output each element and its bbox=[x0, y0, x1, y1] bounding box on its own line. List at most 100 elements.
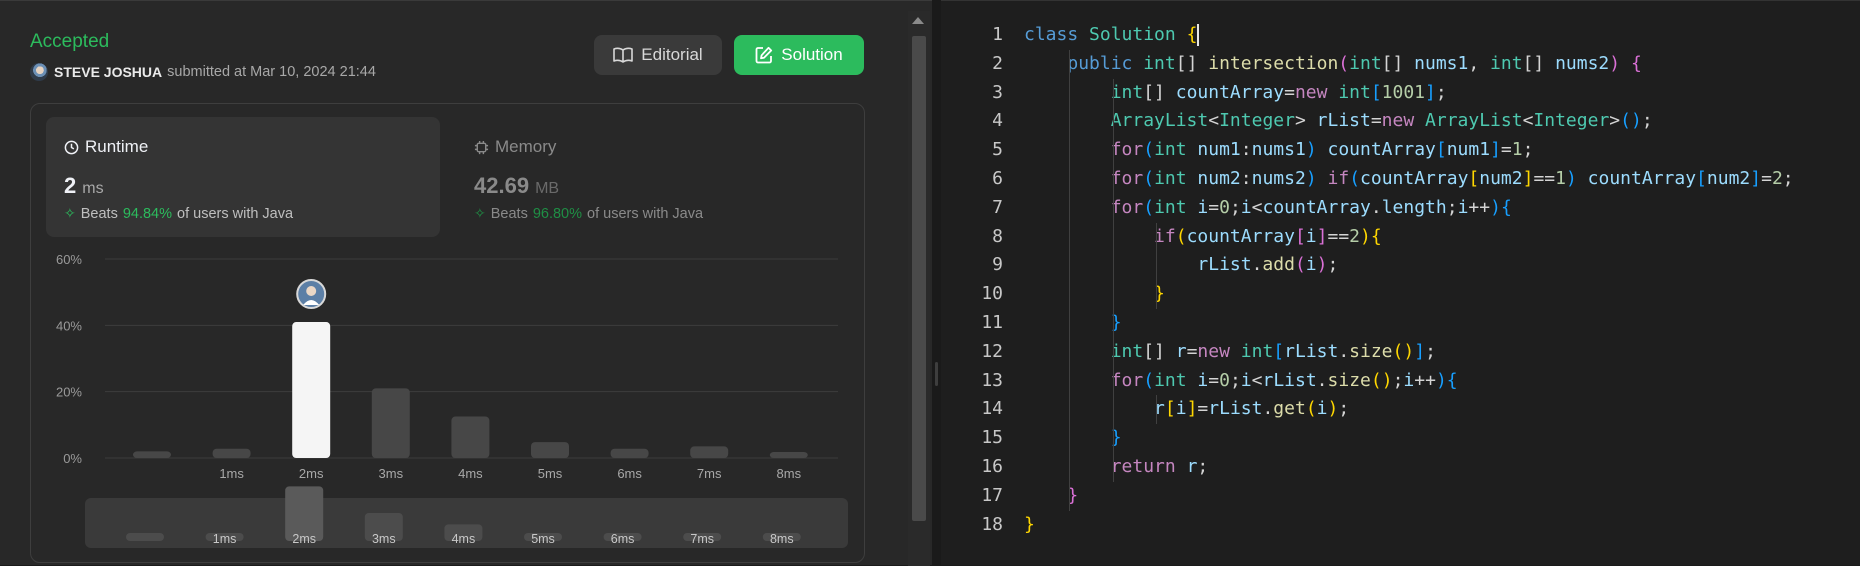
runtime-distribution-chart[interactable]: 60% 40% 20% 0% 1ms 2ms 3ms 4ms 5ms 6ms 7ms 8ms 1ms 2m… bbox=[0, 236, 900, 566]
scrollbar-thumb[interactable] bbox=[912, 36, 926, 521]
code-token: ( bbox=[1175, 225, 1187, 247]
code-text[interactable]: ArrayList<Integer> rList=new ArrayList<I… bbox=[1024, 107, 1653, 136]
memory-beats-suffix: of users with Java bbox=[587, 205, 704, 222]
code-line[interactable]: 9 rList.add(i); bbox=[941, 251, 1860, 280]
code-line[interactable]: 16 return r; bbox=[941, 453, 1860, 482]
code-text[interactable]: int[] r=new int[rList.size()]; bbox=[1024, 338, 1436, 367]
code-token: [ bbox=[1435, 139, 1447, 161]
x-tick-label: 8ms bbox=[777, 466, 802, 481]
code-token: ; bbox=[1782, 168, 1794, 189]
bar[interactable] bbox=[769, 452, 808, 458]
book-open-icon bbox=[613, 47, 634, 63]
code-text[interactable]: public int[] intersection(int[] nums1, i… bbox=[1024, 50, 1641, 79]
bar[interactable] bbox=[531, 442, 569, 458]
line-number: 6 bbox=[992, 168, 1003, 189]
code-line[interactable]: 12 int[] r=new int[rList.size()]; bbox=[941, 338, 1860, 367]
code-token: int bbox=[1110, 340, 1144, 362]
memory-stat[interactable]: Memory 42.69 MB ✧ Beats 96.80% of users … bbox=[456, 117, 850, 237]
submitted-at-text: submitted at Mar 10, 2024 21:44 bbox=[167, 64, 376, 80]
code-line[interactable]: 2 public int[] intersection(int[] nums1,… bbox=[941, 50, 1860, 79]
user-name[interactable]: STEVE JOSHUA bbox=[54, 64, 162, 80]
code-text[interactable]: class Solution { bbox=[1024, 21, 1197, 50]
code-line[interactable]: 15 } bbox=[941, 424, 1860, 453]
code-token: = bbox=[1208, 369, 1220, 391]
code-token: [ bbox=[1370, 81, 1382, 103]
bar[interactable] bbox=[371, 388, 410, 458]
code-text[interactable]: for(int i=0;i<countArray.length;i++){ bbox=[1024, 194, 1512, 223]
code-token: = bbox=[1370, 110, 1382, 132]
code-line[interactable]: 17 } bbox=[941, 482, 1860, 511]
runtime-beats-pct: 94.84% bbox=[122, 205, 173, 222]
runtime-stat[interactable]: Runtime 2 ms ✧ Beats 94.84% of users wit… bbox=[46, 117, 440, 237]
code-text[interactable]: for(int num1:nums1) countArray[num1]=1; bbox=[1024, 136, 1534, 165]
code-line[interactable]: 18} bbox=[941, 511, 1860, 540]
code-token: for bbox=[1110, 168, 1144, 189]
code-text[interactable]: } bbox=[1024, 511, 1035, 540]
code-text[interactable]: r[i]=rList.get(i); bbox=[1024, 395, 1349, 424]
code-text[interactable]: } bbox=[1024, 309, 1122, 338]
line-number: 17 bbox=[981, 484, 1003, 506]
code-token: , bbox=[1468, 52, 1491, 74]
user-avatar[interactable] bbox=[30, 63, 48, 81]
bar[interactable] bbox=[610, 448, 649, 458]
scrollbar[interactable] bbox=[908, 11, 930, 566]
code-token: ] bbox=[1316, 225, 1328, 247]
code-token: Integer bbox=[1219, 110, 1295, 132]
line-number: 10 bbox=[981, 283, 1003, 305]
code-line[interactable]: 5 for(int num1:nums1) countArray[num1]=1… bbox=[941, 136, 1860, 165]
y-tick-label: 20% bbox=[56, 385, 82, 400]
code-token: i bbox=[1305, 254, 1317, 276]
code-line[interactable]: 13 for(int i=0;i<rList.size();i++){ bbox=[941, 367, 1860, 396]
code-text[interactable]: if(countArray[i]==2){ bbox=[1024, 223, 1382, 252]
code-token: = bbox=[1197, 398, 1209, 420]
resize-grip-icon[interactable] bbox=[935, 362, 938, 386]
runtime-beats: ✧ Beats 94.84% of users with Java bbox=[64, 205, 293, 222]
line-number: 8 bbox=[992, 225, 1003, 247]
bar[interactable] bbox=[451, 416, 490, 458]
bar[interactable] bbox=[690, 446, 729, 458]
code-line[interactable]: 7 for(int i=0;i<countArray.length;i++){ bbox=[941, 194, 1860, 223]
code-line[interactable]: 4 ArrayList<Integer> rList=new ArrayList… bbox=[941, 107, 1860, 136]
code-token: ] bbox=[1750, 168, 1762, 189]
line-number: 1 bbox=[992, 24, 1003, 45]
code-text[interactable]: for(int i=0;i<rList.size();i++){ bbox=[1024, 367, 1458, 396]
code-editor[interactable]: 1 class Solution {2 public int[] intersec… bbox=[941, 0, 1860, 565]
code-token: add bbox=[1262, 254, 1295, 276]
code-line[interactable]: 1 class Solution { bbox=[941, 21, 1860, 50]
code-token: () bbox=[1370, 369, 1393, 391]
code-line[interactable]: 10 } bbox=[941, 280, 1860, 309]
solution-button[interactable]: Solution bbox=[734, 35, 864, 75]
code-line[interactable]: 6 for(int num2:nums2) if(countArray[num2… bbox=[941, 165, 1860, 194]
code-text[interactable]: rList.add(i); bbox=[1024, 251, 1338, 280]
overview-tick-label: 6ms bbox=[611, 532, 635, 546]
code-token: ] bbox=[1490, 139, 1501, 161]
code-text[interactable]: } bbox=[1024, 280, 1165, 309]
overview-tick-label: 3ms bbox=[372, 532, 396, 546]
bar[interactable] bbox=[212, 448, 251, 458]
code-token: new bbox=[1197, 340, 1241, 362]
code-token: . bbox=[1370, 196, 1382, 218]
code-text[interactable]: } bbox=[1024, 424, 1122, 453]
code-text[interactable]: return r; bbox=[1024, 453, 1209, 482]
scroll-up-arrow-icon[interactable] bbox=[912, 17, 924, 24]
code-line[interactable]: 3 int[] countArray=new int[1001]; bbox=[941, 79, 1860, 108]
code-token: [] bbox=[1381, 52, 1415, 74]
editorial-button[interactable]: Editorial bbox=[594, 35, 722, 75]
code-line[interactable]: 14 r[i]=rList.get(i); bbox=[941, 395, 1860, 424]
code-token: [ bbox=[1468, 168, 1480, 189]
panel-resizer[interactable] bbox=[932, 0, 941, 565]
code-text[interactable]: int[] countArray=new int[1001]; bbox=[1024, 79, 1447, 108]
bar-highlight[interactable] bbox=[292, 322, 331, 458]
code-token: ] bbox=[1425, 81, 1436, 103]
code-line[interactable]: 8 if(countArray[i]==2){ bbox=[941, 223, 1860, 252]
code-text[interactable]: for(int num2:nums2) if(countArray[num2]=… bbox=[1024, 165, 1794, 194]
code-token: rList bbox=[1262, 369, 1317, 391]
code-line[interactable]: 11 } bbox=[941, 309, 1860, 338]
code-token: 0 bbox=[1219, 196, 1230, 218]
code-token: ; bbox=[1425, 340, 1436, 362]
line-number: 2 bbox=[992, 52, 1003, 74]
code-token: ++ bbox=[1414, 369, 1436, 391]
y-tick-label: 60% bbox=[56, 252, 82, 267]
bar[interactable] bbox=[133, 451, 171, 458]
